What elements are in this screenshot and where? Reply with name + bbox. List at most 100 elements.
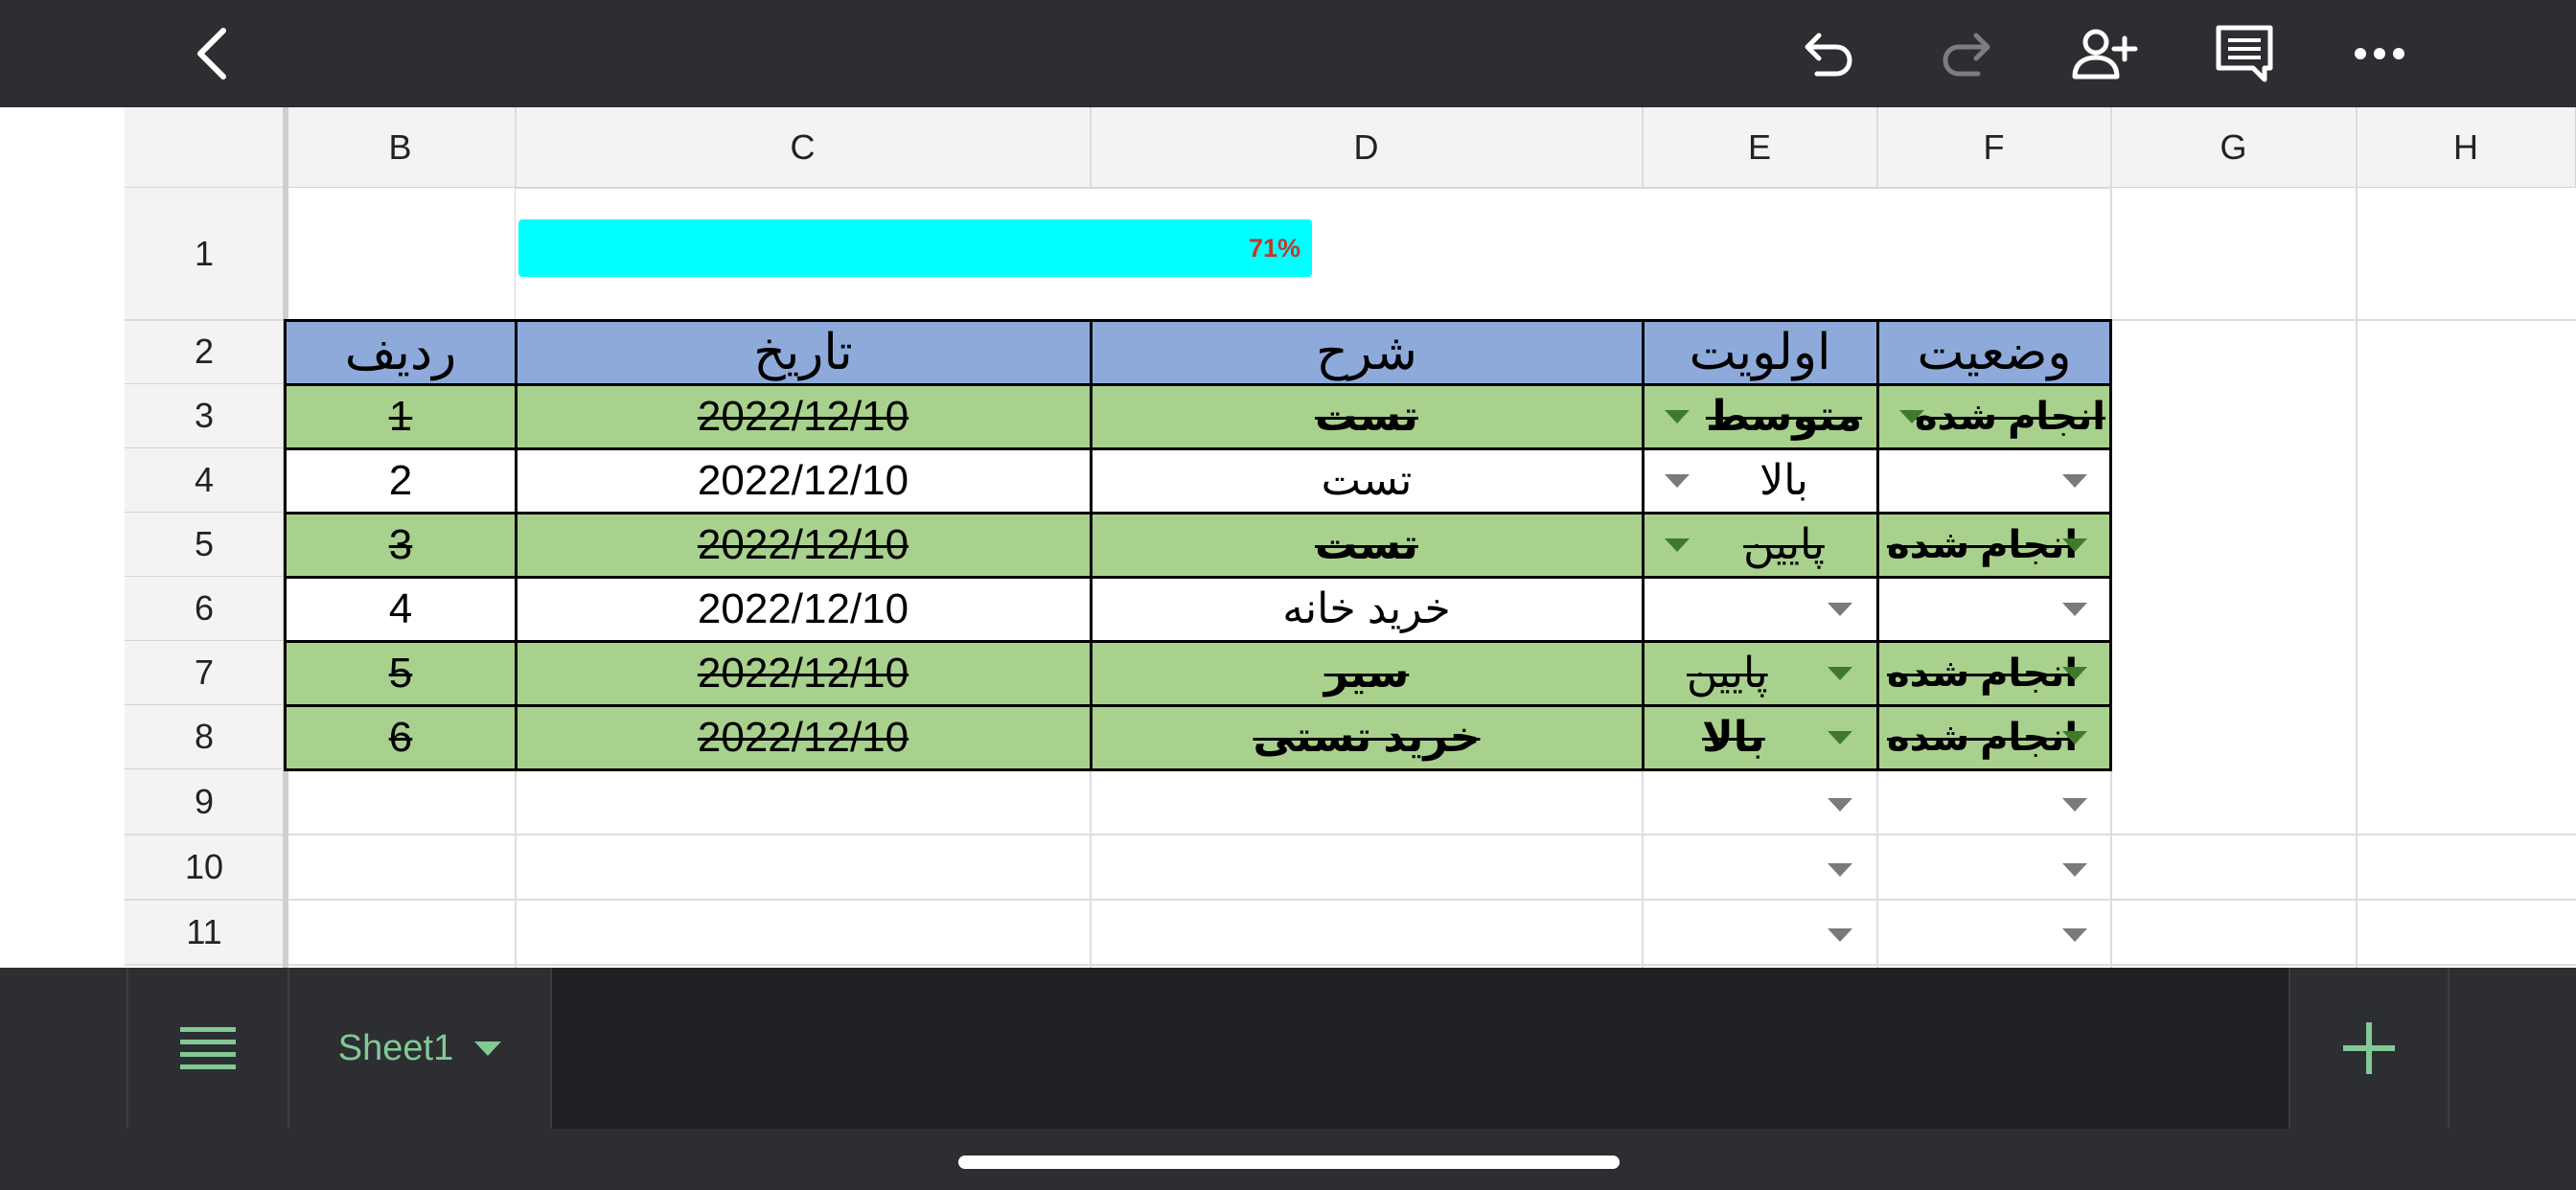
cell-number[interactable]: 5 <box>286 641 516 705</box>
column-header-b[interactable]: B <box>286 107 516 188</box>
cell-date[interactable]: 2022/12/10 <box>516 448 1091 513</box>
dropdown-arrow-icon[interactable] <box>1665 410 1690 423</box>
sheet-tab-sheet1[interactable]: Sheet1 <box>288 968 552 1129</box>
column-header-d[interactable]: D <box>1091 107 1643 188</box>
header-cell-row-number[interactable]: ردیف <box>286 320 516 384</box>
row-header-7[interactable]: 7 <box>125 641 284 705</box>
cell-text: 4 <box>388 584 413 632</box>
cell-number[interactable]: 2 <box>286 448 516 513</box>
header-cell-status[interactable]: وضعیت <box>1877 320 2111 384</box>
cell-date[interactable]: 2022/12/10 <box>516 513 1091 577</box>
cell-text: پایین <box>1743 521 1825 568</box>
redo-icon <box>1943 33 1990 77</box>
all-sheets-button[interactable] <box>126 968 288 1129</box>
dropdown-arrow-icon[interactable] <box>1828 603 1852 616</box>
dropdown-arrow-icon[interactable] <box>1665 474 1690 488</box>
cell-description[interactable]: سیر <box>1091 641 1643 705</box>
row-header-6[interactable]: 6 <box>125 577 284 641</box>
cell-text: 2022/12/10 <box>697 520 909 568</box>
cell-number[interactable]: 3 <box>286 513 516 577</box>
dropdown-arrow-icon[interactable] <box>1828 798 1852 812</box>
more-options-button[interactable] <box>2327 0 2432 107</box>
dropdown-arrow-icon[interactable] <box>1828 863 1852 877</box>
dropdown-arrow-icon[interactable] <box>2062 603 2087 616</box>
cell-date[interactable]: 2022/12/10 <box>516 705 1091 769</box>
cell-number[interactable]: 6 <box>286 705 516 769</box>
add-sheet-button[interactable] <box>2288 968 2450 1129</box>
cell-text: خرید خانه <box>1282 585 1451 632</box>
cell-text: 1 <box>388 392 413 440</box>
row-header-10[interactable]: 10 <box>125 835 284 900</box>
redo-button[interactable] <box>1914 0 2019 107</box>
header-cell-description[interactable]: شرح <box>1091 320 1643 384</box>
row-header-1[interactable]: 1 <box>125 188 284 320</box>
cell-date[interactable]: 2022/12/10 <box>516 577 1091 641</box>
column-header-h[interactable]: H <box>2357 107 2576 188</box>
cell-description[interactable]: تست <box>1091 513 1643 577</box>
dropdown-arrow-icon[interactable] <box>1828 928 1852 942</box>
dropdown-arrow-icon[interactable] <box>1899 410 1924 423</box>
cell-date[interactable]: 2022/12/10 <box>516 384 1091 448</box>
dropdown-arrow-icon[interactable] <box>1828 731 1852 744</box>
column-header-e[interactable]: E <box>1643 107 1877 188</box>
row-header-4[interactable]: 4 <box>125 448 284 513</box>
row-header-8[interactable]: 8 <box>125 705 284 769</box>
cell-text: 2022/12/10 <box>697 649 909 697</box>
bottom-bar-margin <box>2450 968 2576 1129</box>
home-indicator[interactable] <box>958 1156 1620 1169</box>
table-border <box>1642 319 1644 771</box>
bottom-bar-margin <box>0 968 126 1129</box>
undo-button[interactable] <box>1776 0 1881 107</box>
header-cell-priority[interactable]: اولویت <box>1643 320 1877 384</box>
column-header-f[interactable]: F <box>1877 107 2111 188</box>
table-border <box>2109 319 2112 771</box>
dropdown-arrow-icon[interactable] <box>2062 798 2087 812</box>
undo-icon <box>1805 33 1852 77</box>
row-header-2[interactable]: 2 <box>125 320 284 384</box>
column-header-g[interactable]: G <box>2111 107 2357 188</box>
header-cell-date[interactable]: تاریخ <box>516 320 1091 384</box>
dropdown-arrow-icon[interactable] <box>2062 928 2087 942</box>
sheet-tab-label: Sheet1 <box>337 1027 454 1068</box>
cell-text: انجام شده <box>1914 395 2105 438</box>
dropdown-arrow-icon[interactable] <box>2062 667 2087 680</box>
cell-description[interactable]: تست <box>1091 384 1643 448</box>
row-header-9[interactable]: 9 <box>125 769 284 835</box>
cell-text: بالا <box>1702 714 1765 761</box>
back-button[interactable] <box>159 0 264 107</box>
cell-text: 6 <box>388 713 413 761</box>
dropdown-arrow-icon[interactable] <box>1828 667 1852 680</box>
cell-number[interactable]: 4 <box>286 577 516 641</box>
sheet-tabs-bar: Sheet1 <box>0 968 2576 1129</box>
plus-icon <box>2343 1022 2395 1074</box>
row-header-11[interactable]: 11 <box>125 900 284 965</box>
dropdown-arrow-icon[interactable] <box>2062 863 2087 877</box>
dropdown-arrow-icon[interactable] <box>2062 731 2087 744</box>
cell-text: انجام شده <box>1887 652 2079 695</box>
cell-number[interactable]: 1 <box>286 384 516 448</box>
cell-description[interactable]: خرید خانه <box>1091 577 1643 641</box>
cell-text: 2 <box>388 456 413 504</box>
table-border <box>284 512 2112 515</box>
comment-button[interactable] <box>2192 0 2297 107</box>
select-all-corner[interactable] <box>125 107 284 188</box>
dropdown-arrow-icon[interactable] <box>2062 474 2087 488</box>
dropdown-arrow-icon[interactable] <box>2062 538 2087 552</box>
spreadsheet-grid[interactable]: B C D E F G H 1 2 3 4 5 6 7 8 9 10 11 71… <box>0 107 2576 968</box>
sheet-tab-dropdown-icon[interactable] <box>474 1041 502 1056</box>
table-border <box>284 447 2112 450</box>
table-border <box>1876 319 1879 771</box>
share-button[interactable] <box>2052 0 2157 107</box>
cell-text: متوسط <box>1705 393 1863 440</box>
top-toolbar <box>0 0 2576 107</box>
cell-description[interactable]: خرید تستی <box>1091 705 1643 769</box>
grid-line <box>125 899 2576 901</box>
row-header-3[interactable]: 3 <box>125 384 284 448</box>
cell-description[interactable]: تست <box>1091 448 1643 513</box>
row-header-5[interactable]: 5 <box>125 513 284 577</box>
dropdown-arrow-icon[interactable] <box>1665 538 1690 552</box>
add-person-icon <box>2072 29 2138 80</box>
cell-text: انجام شده <box>1887 716 2079 759</box>
cell-date[interactable]: 2022/12/10 <box>516 641 1091 705</box>
column-header-c[interactable]: C <box>516 107 1091 188</box>
